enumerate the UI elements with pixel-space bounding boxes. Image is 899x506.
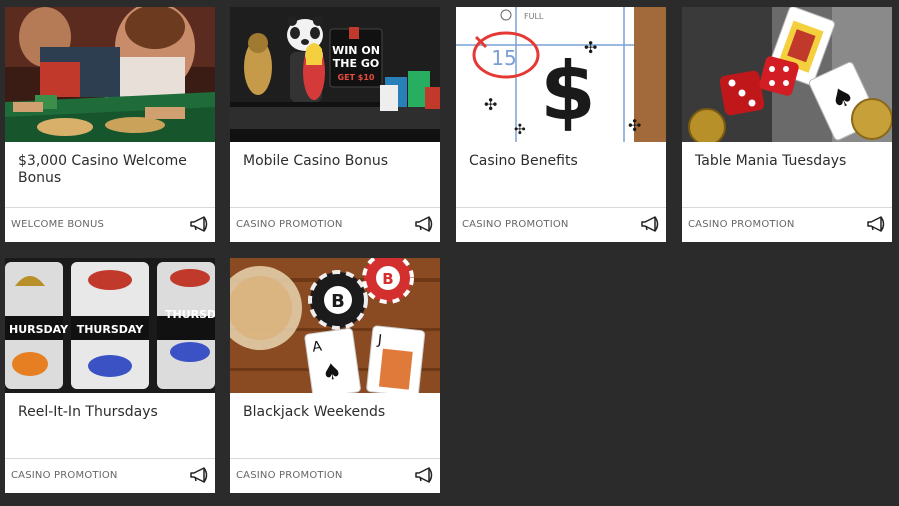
promo-footer: WELCOME BONUS xyxy=(5,207,215,242)
promo-title[interactable]: $3,000 Casino Welcome Bonus xyxy=(18,153,205,187)
promo-card[interactable]: HURSDAY THURSDAY THURSDA Reel-It-In Thur… xyxy=(5,258,215,493)
calendar-full-label: FULL xyxy=(524,12,544,21)
svg-text:B: B xyxy=(331,291,345,312)
promo-category: CASINO PROMOTION xyxy=(236,470,343,481)
megaphone-icon[interactable] xyxy=(189,215,211,233)
the-go-label: THE GO xyxy=(333,57,379,70)
promo-card[interactable]: $3,000 Casino Welcome Bonus WELCOME BONU… xyxy=(5,7,215,242)
promo-title[interactable]: Table Mania Tuesdays xyxy=(695,153,882,170)
slot-reels-image[interactable]: HURSDAY THURSDAY THURSDA xyxy=(5,258,215,393)
promo-title[interactable]: Reel-It-In Thursdays xyxy=(18,404,205,421)
mobile-panda-win-on-the-go-image[interactable]: WIN ON THE GO GET $10 xyxy=(230,7,440,142)
promo-title[interactable]: Casino Benefits xyxy=(469,153,656,170)
promo-footer: CASINO PROMOTION xyxy=(230,207,440,242)
promo-category: CASINO PROMOTION xyxy=(462,219,569,230)
svg-text:✣: ✣ xyxy=(514,122,526,138)
svg-text:✣: ✣ xyxy=(484,95,497,114)
svg-text:$: $ xyxy=(540,45,596,138)
promo-category: CASINO PROMOTION xyxy=(11,470,118,481)
promo-card[interactable]: FULL 15 $ ✣ ✣ ✣ ✣ Casino Benefits CASINO… xyxy=(456,7,666,242)
reel-right-label: THURSDA xyxy=(165,308,215,321)
promo-footer: CASINO PROMOTION xyxy=(5,458,215,493)
promo-title[interactable]: Blackjack Weekends xyxy=(243,404,430,421)
promo-footer: CASINO PROMOTION xyxy=(456,207,666,242)
svg-text:♠: ♠ xyxy=(320,359,343,387)
megaphone-icon[interactable] xyxy=(640,215,662,233)
svg-text:✣: ✣ xyxy=(584,38,597,57)
svg-text:B: B xyxy=(382,270,393,288)
svg-text:✣: ✣ xyxy=(628,116,641,135)
promo-footer: CASINO PROMOTION xyxy=(230,458,440,493)
megaphone-icon[interactable] xyxy=(189,466,211,484)
promo-card[interactable]: WIN ON THE GO GET $10 Mobile Casino Bonu… xyxy=(230,7,440,242)
promo-title[interactable]: Mobile Casino Bonus xyxy=(243,153,430,170)
blackjack-chips-cards-image[interactable]: B B A ♠ J xyxy=(230,258,440,393)
megaphone-icon[interactable] xyxy=(866,215,888,233)
reel-center-label: THURSDAY xyxy=(77,323,145,336)
get-ten-label: GET $10 xyxy=(338,73,375,82)
dice-and-cards-image[interactable]: ♠ xyxy=(682,7,892,142)
reel-left-label: HURSDAY xyxy=(9,323,69,336)
megaphone-icon[interactable] xyxy=(414,466,436,484)
casino-table-celebration-image[interactable] xyxy=(5,7,215,142)
promo-category: CASINO PROMOTION xyxy=(688,219,795,230)
promo-category: CASINO PROMOTION xyxy=(236,219,343,230)
promo-card[interactable]: ♠ Table Mania Tuesdays CASINO PROMOTION xyxy=(682,7,892,242)
megaphone-icon[interactable] xyxy=(414,215,436,233)
calendar-dollar-sign-image[interactable]: FULL 15 $ ✣ ✣ ✣ ✣ xyxy=(456,7,666,142)
calendar-date: 15 xyxy=(491,46,516,70)
promo-footer: CASINO PROMOTION xyxy=(682,207,892,242)
win-on-label: WIN ON xyxy=(332,44,380,57)
promo-card[interactable]: B B A ♠ J Blackjack Weekends CASINO PROM… xyxy=(230,258,440,493)
promo-category: WELCOME BONUS xyxy=(11,219,105,230)
